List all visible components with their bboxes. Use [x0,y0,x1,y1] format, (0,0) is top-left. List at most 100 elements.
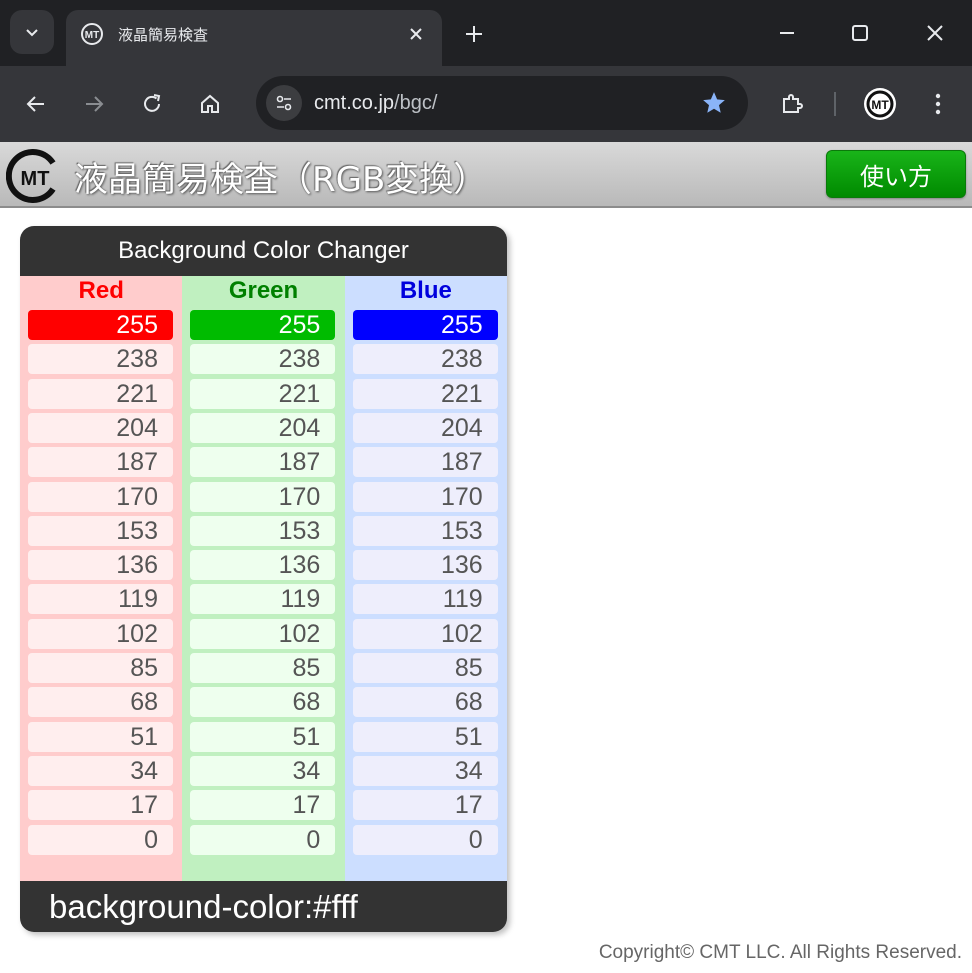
green-value-option[interactable]: 221 [190,378,336,409]
maximize-button[interactable] [835,10,885,56]
minimize-icon [780,32,794,34]
svg-text:MT: MT [871,98,889,112]
browser-menu-button[interactable] [918,84,958,124]
reload-button[interactable] [132,84,172,124]
profile-button[interactable]: MT [860,84,900,124]
red-value-option[interactable]: 238 [28,344,173,375]
blue-value-option[interactable]: 119 [352,584,498,615]
minimize-button[interactable] [762,10,812,56]
bookmark-star-button[interactable] [700,89,728,117]
green-value-option[interactable]: 153 [190,515,336,546]
red-value-option[interactable]: 170 [28,481,173,512]
green-value-option-selected[interactable]: 255 [190,310,336,340]
address-bar[interactable]: cmt.co.jp/bgc/ [256,76,748,130]
blue-value-option[interactable]: 102 [352,618,498,649]
close-icon [410,28,422,40]
site-info-button[interactable] [266,85,302,121]
blue-value-option[interactable]: 153 [352,515,498,546]
help-button[interactable]: 使い方 [826,150,966,198]
red-value-option[interactable]: 0 [28,824,173,855]
close-icon [927,25,943,41]
maximize-icon [852,25,868,41]
plus-icon [466,26,482,42]
red-value-option[interactable]: 51 [28,721,173,752]
green-value-option[interactable]: 238 [190,344,336,375]
green-value-option[interactable]: 68 [190,687,336,718]
column-header-blue: Blue [399,277,452,304]
blue-value-option[interactable]: 136 [352,550,498,581]
blue-value-option[interactable]: 85 [352,653,498,683]
red-value-option[interactable]: 136 [28,550,173,581]
column-header-red: Red [78,277,124,304]
logo-text: MT [21,168,50,190]
blue-value-option[interactable]: 204 [352,412,498,443]
back-button[interactable] [16,84,56,124]
url-domain: cmt.co.jp [314,92,395,114]
reload-icon [144,94,161,112]
green-value-option[interactable]: 170 [190,481,336,512]
blue-value-option[interactable]: 51 [352,721,498,752]
red-value-option[interactable]: 187 [28,447,173,478]
toolbar-divider [834,92,836,116]
url-text: cmt.co.jp/bgc/ [314,92,437,115]
blue-value-option[interactable]: 0 [352,824,498,855]
red-value-option[interactable]: 204 [28,412,173,443]
tab-search-button[interactable] [10,10,54,54]
green-value-option[interactable]: 0 [190,824,336,855]
puzzle-icon [783,94,803,113]
browser-toolbar: cmt.co.jp/bgc/ MT [0,66,972,142]
blue-value-option[interactable]: 187 [352,447,498,478]
arrow-left-icon [26,96,44,112]
cmt-logo[interactable]: MT [6,149,60,203]
column-green: Green 255 238 221 204 187 170 153 136 119 102 85 68 5… [182,276,345,881]
red-value-option[interactable]: 102 [28,618,173,649]
site-favicon-icon: MT [81,23,103,45]
page-header: MT 液晶簡易検査（RGB変換） 使い方 [0,142,972,208]
red-value-option[interactable]: 119 [28,584,173,615]
red-value-option[interactable]: 17 [28,790,173,821]
tab-close-button[interactable] [404,22,428,46]
blue-value-option[interactable]: 170 [352,481,498,512]
green-value-option[interactable]: 136 [190,550,336,581]
browser-tab[interactable]: MT 液晶簡易検査 [66,10,442,66]
blue-value-option[interactable]: 238 [352,344,498,375]
forward-button[interactable] [74,84,114,124]
window-close-button[interactable] [910,10,960,56]
arrow-right-icon [86,96,104,112]
red-value-option[interactable]: 85 [28,653,173,683]
extensions-button[interactable] [772,84,812,124]
tune-icon [276,95,292,111]
blue-value-option[interactable]: 34 [352,755,498,786]
red-value-option-selected[interactable]: 255 [28,310,173,340]
green-value-option[interactable]: 119 [190,584,336,615]
blue-value-option[interactable]: 17 [352,790,498,821]
home-button[interactable] [190,84,230,124]
green-value-option[interactable]: 34 [190,755,336,786]
green-value-option[interactable]: 102 [190,618,336,649]
more-vertical-icon [935,93,941,115]
avatar: MT [864,88,896,120]
green-value-option[interactable]: 204 [190,412,336,443]
green-value-option[interactable]: 187 [190,447,336,478]
panel-title: Background Color Changer [118,237,409,264]
red-value-option[interactable]: 68 [28,687,173,718]
color-changer-panel: Background Color Changer Red 255 238 221 204… [20,226,507,932]
chevron-down-icon [26,29,38,37]
copyright-text: Copyright© CMT LLC. All Rights Reserved. [598,942,962,963]
red-value-option[interactable]: 34 [28,755,173,786]
home-icon [201,94,219,113]
column-red: Red 255 238 221 204 187 170 153 136 119 102 85 68 51 3… [20,276,183,881]
tab-title: 液晶簡易検査 [118,26,209,44]
green-value-option[interactable]: 85 [190,653,336,683]
background-color-readout: background-color:#fff [49,888,358,925]
blue-value-option[interactable]: 221 [352,378,498,409]
blue-value-option[interactable]: 68 [352,687,498,718]
column-blue: Blue 255 238 221 204 187 170 153 136 119 102 85 68 51… [344,276,507,881]
green-value-option[interactable]: 17 [190,790,336,821]
red-value-option[interactable]: 221 [28,378,173,409]
red-value-option[interactable]: 153 [28,515,173,546]
green-value-option[interactable]: 51 [190,721,336,752]
new-tab-button[interactable] [456,16,492,52]
svg-text:MT: MT [85,30,99,41]
blue-value-option-selected[interactable]: 255 [352,310,498,340]
